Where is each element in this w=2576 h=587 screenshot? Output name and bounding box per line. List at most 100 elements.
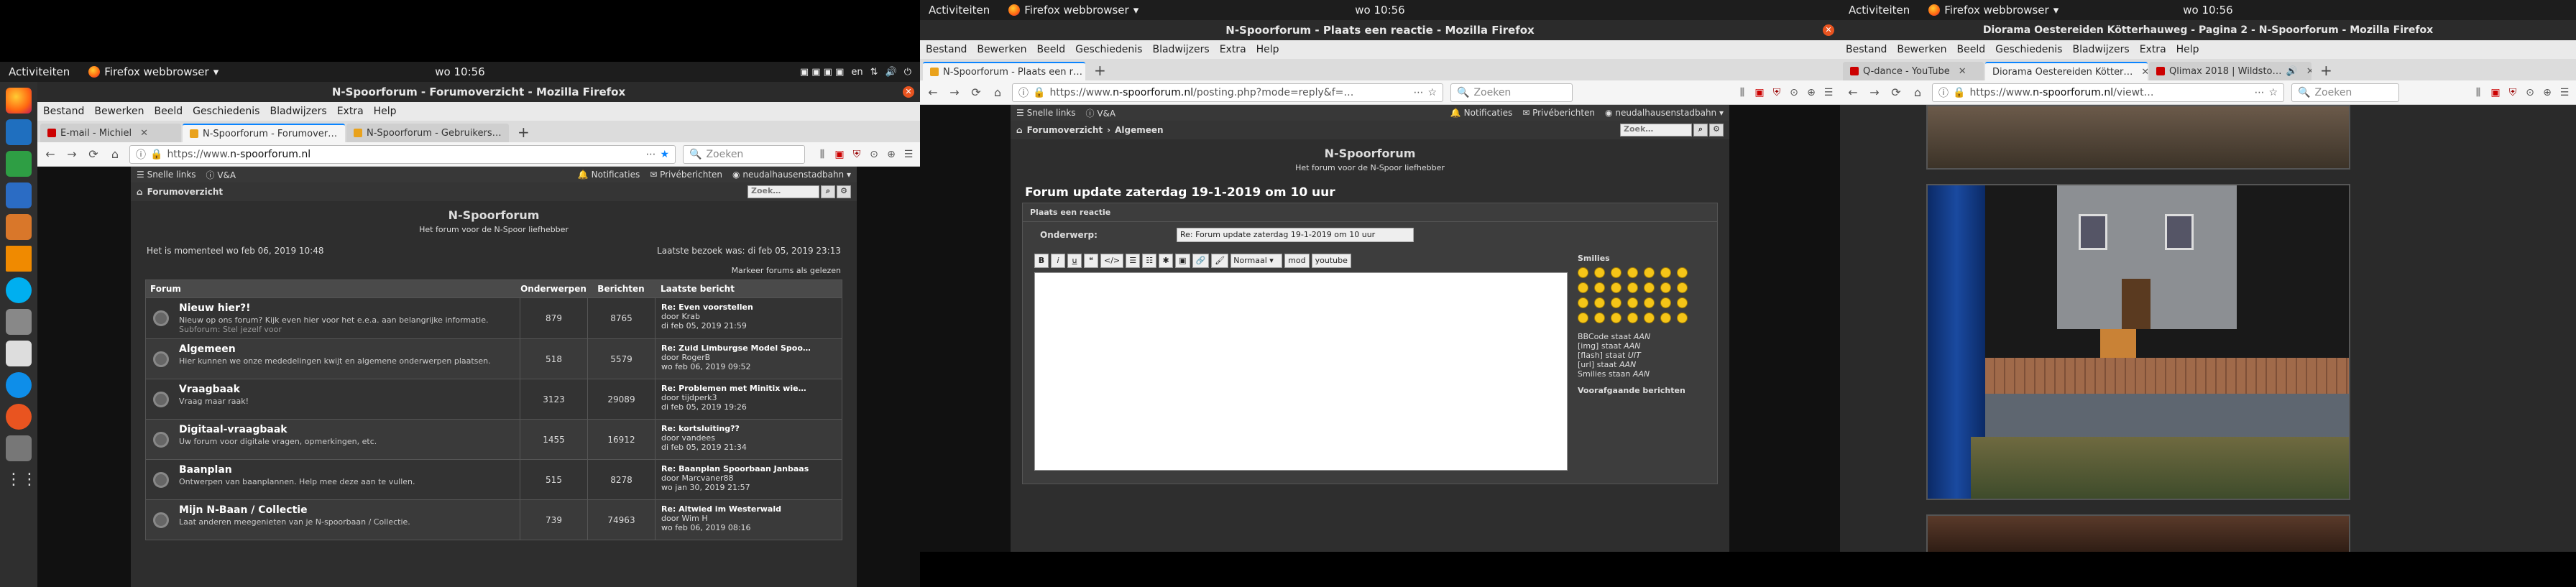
bookmark-star-icon[interactable]: ☆ [2268, 87, 2278, 98]
hamburger-menu-icon[interactable]: ☰ [1823, 87, 1834, 98]
youtube-button[interactable]: youtube [1311, 254, 1351, 268]
smiley-icon[interactable] [1644, 267, 1655, 278]
volume-icon[interactable]: 🔊 [886, 67, 897, 78]
menu-bladwijzers[interactable]: Bladwijzers [270, 106, 326, 117]
forum-title[interactable]: Algemeen [179, 343, 517, 355]
last-post-author[interactable]: door RogerB [661, 353, 836, 362]
forum-row[interactable]: Baanplan Ontwerpen van baanplannen. Help … [146, 459, 842, 499]
subject-input[interactable]: Re: Forum update zaterdag 19-1-2019 om 1… [1177, 228, 1414, 242]
reload-icon[interactable]: ⟳ [86, 147, 101, 161]
menu-help[interactable]: Help [2176, 44, 2199, 55]
smiley-icon[interactable] [1594, 282, 1605, 293]
smiley-icon[interactable] [1644, 297, 1655, 308]
underline-button[interactable]: u [1067, 254, 1082, 268]
smiley-icon[interactable] [1660, 282, 1671, 293]
search-icon[interactable]: ⌕ [1693, 124, 1708, 137]
tab-plaats-reactie[interactable]: N-Spoorforum - Plaats een r…✕ [923, 62, 1085, 80]
smiley-icon[interactable] [1594, 267, 1605, 278]
close-icon[interactable]: ✕ [1823, 24, 1834, 36]
forum-title[interactable]: Digitaal-vraagbaak [179, 424, 517, 435]
info-icon[interactable]: ⓘ [136, 147, 146, 162]
lastpass-icon[interactable]: ⊙ [1788, 87, 1800, 98]
forward-icon[interactable]: → [65, 147, 79, 161]
tab-qdance[interactable]: Q-dance - YouTube ✕ [1843, 62, 1984, 80]
menu-bewerken[interactable]: Bewerken [1897, 44, 1946, 55]
smiley-icon[interactable] [1660, 267, 1671, 278]
subforum-link[interactable]: Subforum: Stel jezelf voor [179, 325, 517, 334]
menu-bestand[interactable]: Bestand [43, 106, 84, 117]
menu-extra[interactable]: Extra [1220, 44, 1246, 55]
forum-title[interactable]: Mijn N-Baan / Collectie [179, 504, 517, 516]
library-icon[interactable]: ⫼ [816, 149, 828, 160]
extension-icon[interactable]: ▣ [1754, 87, 1765, 98]
italic-button[interactable]: i [1051, 254, 1065, 268]
smiley-icon[interactable] [1677, 267, 1688, 278]
forum-row[interactable]: Digitaal-vraagbaak Uw forum voor digitale… [146, 419, 842, 459]
last-post-title[interactable]: Re: Zuid Limburgse Model Spoo… [661, 343, 836, 353]
forum-row[interactable]: Nieuw hier?! Nieuw op ons forum? Kijk eve… [146, 297, 842, 338]
smiley-icon[interactable] [1611, 267, 1622, 278]
menu-extra[interactable]: Extra [2140, 44, 2166, 55]
forum-title[interactable]: Vraagbaak [179, 384, 517, 395]
forum-search-input[interactable]: Zoek… [748, 185, 819, 198]
last-post-author[interactable]: door vandees [661, 433, 836, 443]
notifications-link[interactable]: 🔔 Notificaties [1450, 108, 1512, 118]
teamviewer-icon[interactable] [6, 372, 32, 398]
new-tab-button[interactable]: + [2313, 62, 2340, 80]
faq-link[interactable]: ⓘ V&A [206, 169, 236, 181]
quote-button[interactable]: ❝ [1084, 254, 1098, 268]
smiley-icon[interactable] [1644, 313, 1655, 323]
library-icon[interactable]: ⫼ [2472, 87, 2484, 98]
hamburger-menu-icon[interactable]: ☰ [903, 149, 914, 160]
menu-bladwijzers[interactable]: Bladwijzers [1152, 44, 1209, 55]
smiley-icon[interactable] [1627, 313, 1638, 323]
extension-icon[interactable]: ▣ [2490, 87, 2501, 98]
smiley-icon[interactable] [1677, 282, 1688, 293]
code-button[interactable]: </> [1100, 254, 1124, 268]
tab-forumoverzicht[interactable]: N-Spoorforum - Forumover…✕ [183, 124, 345, 142]
menu-geschiedenis[interactable]: Geschiedenis [1995, 44, 2062, 55]
image-button[interactable]: ▣ [1175, 254, 1190, 268]
smiley-icon[interactable] [1644, 282, 1655, 293]
app-menu[interactable]: Firefox webbrowser ▾ [1928, 4, 2058, 17]
close-icon[interactable]: ✕ [2141, 67, 2148, 78]
menu-help[interactable]: Help [374, 106, 397, 117]
smiley-icon[interactable] [1594, 297, 1605, 308]
writer-icon[interactable] [6, 182, 32, 208]
menu-beeld[interactable]: Beeld [1036, 44, 1065, 55]
new-tab-button[interactable]: + [1087, 62, 1113, 80]
last-post-author[interactable]: door Krab [661, 312, 836, 321]
forum-title[interactable]: Nieuw hier?! [179, 302, 517, 314]
menu-bestand[interactable]: Bestand [926, 44, 967, 55]
clock[interactable]: wo 10:56 [1355, 4, 1404, 17]
language-indicator[interactable]: en [851, 67, 862, 78]
files-icon[interactable] [6, 341, 32, 366]
message-textarea[interactable] [1034, 272, 1568, 471]
smiley-icon[interactable] [1611, 297, 1622, 308]
close-icon[interactable]: ✕ [140, 128, 148, 139]
url-bar[interactable]: ⓘ 🔒 https://www.n-spoorforum.nl/viewt… ⋯ ☆ [1932, 83, 2284, 102]
user-menu[interactable]: ◉ neudalhausenstadbahn ▾ [732, 170, 851, 180]
app-menu[interactable]: Firefox webbrowser ▾ [88, 65, 218, 78]
menu-geschiedenis[interactable]: Geschiedenis [193, 106, 259, 117]
home-icon[interactable]: ⌂ [108, 147, 122, 161]
last-post-title[interactable]: Re: Problemen met Minitix wie… [661, 384, 836, 393]
page-actions-icon[interactable]: ⋯ [645, 149, 656, 160]
search-box[interactable]: 🔍 Zoeken [2291, 83, 2399, 102]
speaker-icon[interactable]: 🔊 [2286, 66, 2298, 77]
close-icon[interactable]: ✕ [1959, 66, 1966, 77]
activities-button[interactable]: Activiteiten [929, 4, 990, 17]
info-icon[interactable]: ⓘ [1938, 85, 1949, 100]
back-icon[interactable]: ← [43, 147, 58, 161]
extension-icon[interactable]: ⊕ [886, 149, 897, 160]
last-post-author[interactable]: door tijdperk3 [661, 393, 836, 402]
search-icon[interactable]: ⌕ [821, 185, 835, 198]
smiley-icon[interactable] [1578, 313, 1588, 323]
tab-qlimax[interactable]: Qlimax 2018 | Wildsto… 🔊 ✕ [2149, 62, 2312, 80]
library-icon[interactable]: ⫼ [1736, 87, 1748, 98]
firefox-icon[interactable] [6, 88, 32, 114]
trash-icon[interactable] [6, 435, 32, 461]
menu-bladwijzers[interactable]: Bladwijzers [2072, 44, 2129, 55]
last-post-title[interactable]: Re: Baanplan Spoorbaan Janbaas [661, 464, 836, 473]
user-menu[interactable]: ◉ neudalhausenstadbahn ▾ [1605, 108, 1724, 118]
